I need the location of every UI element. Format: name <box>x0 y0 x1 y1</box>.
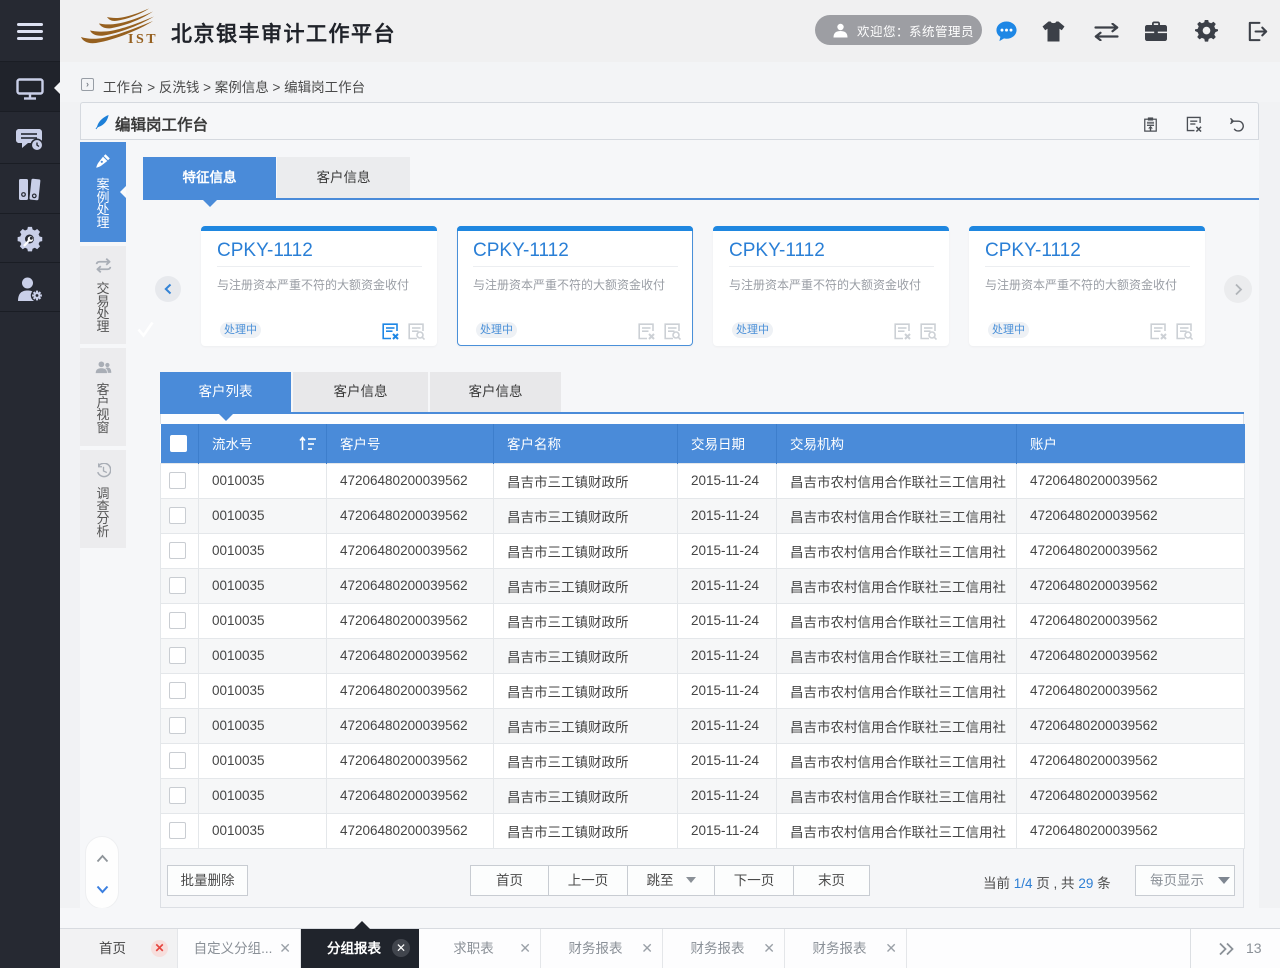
svg-text:IST: IST <box>128 32 158 46</box>
